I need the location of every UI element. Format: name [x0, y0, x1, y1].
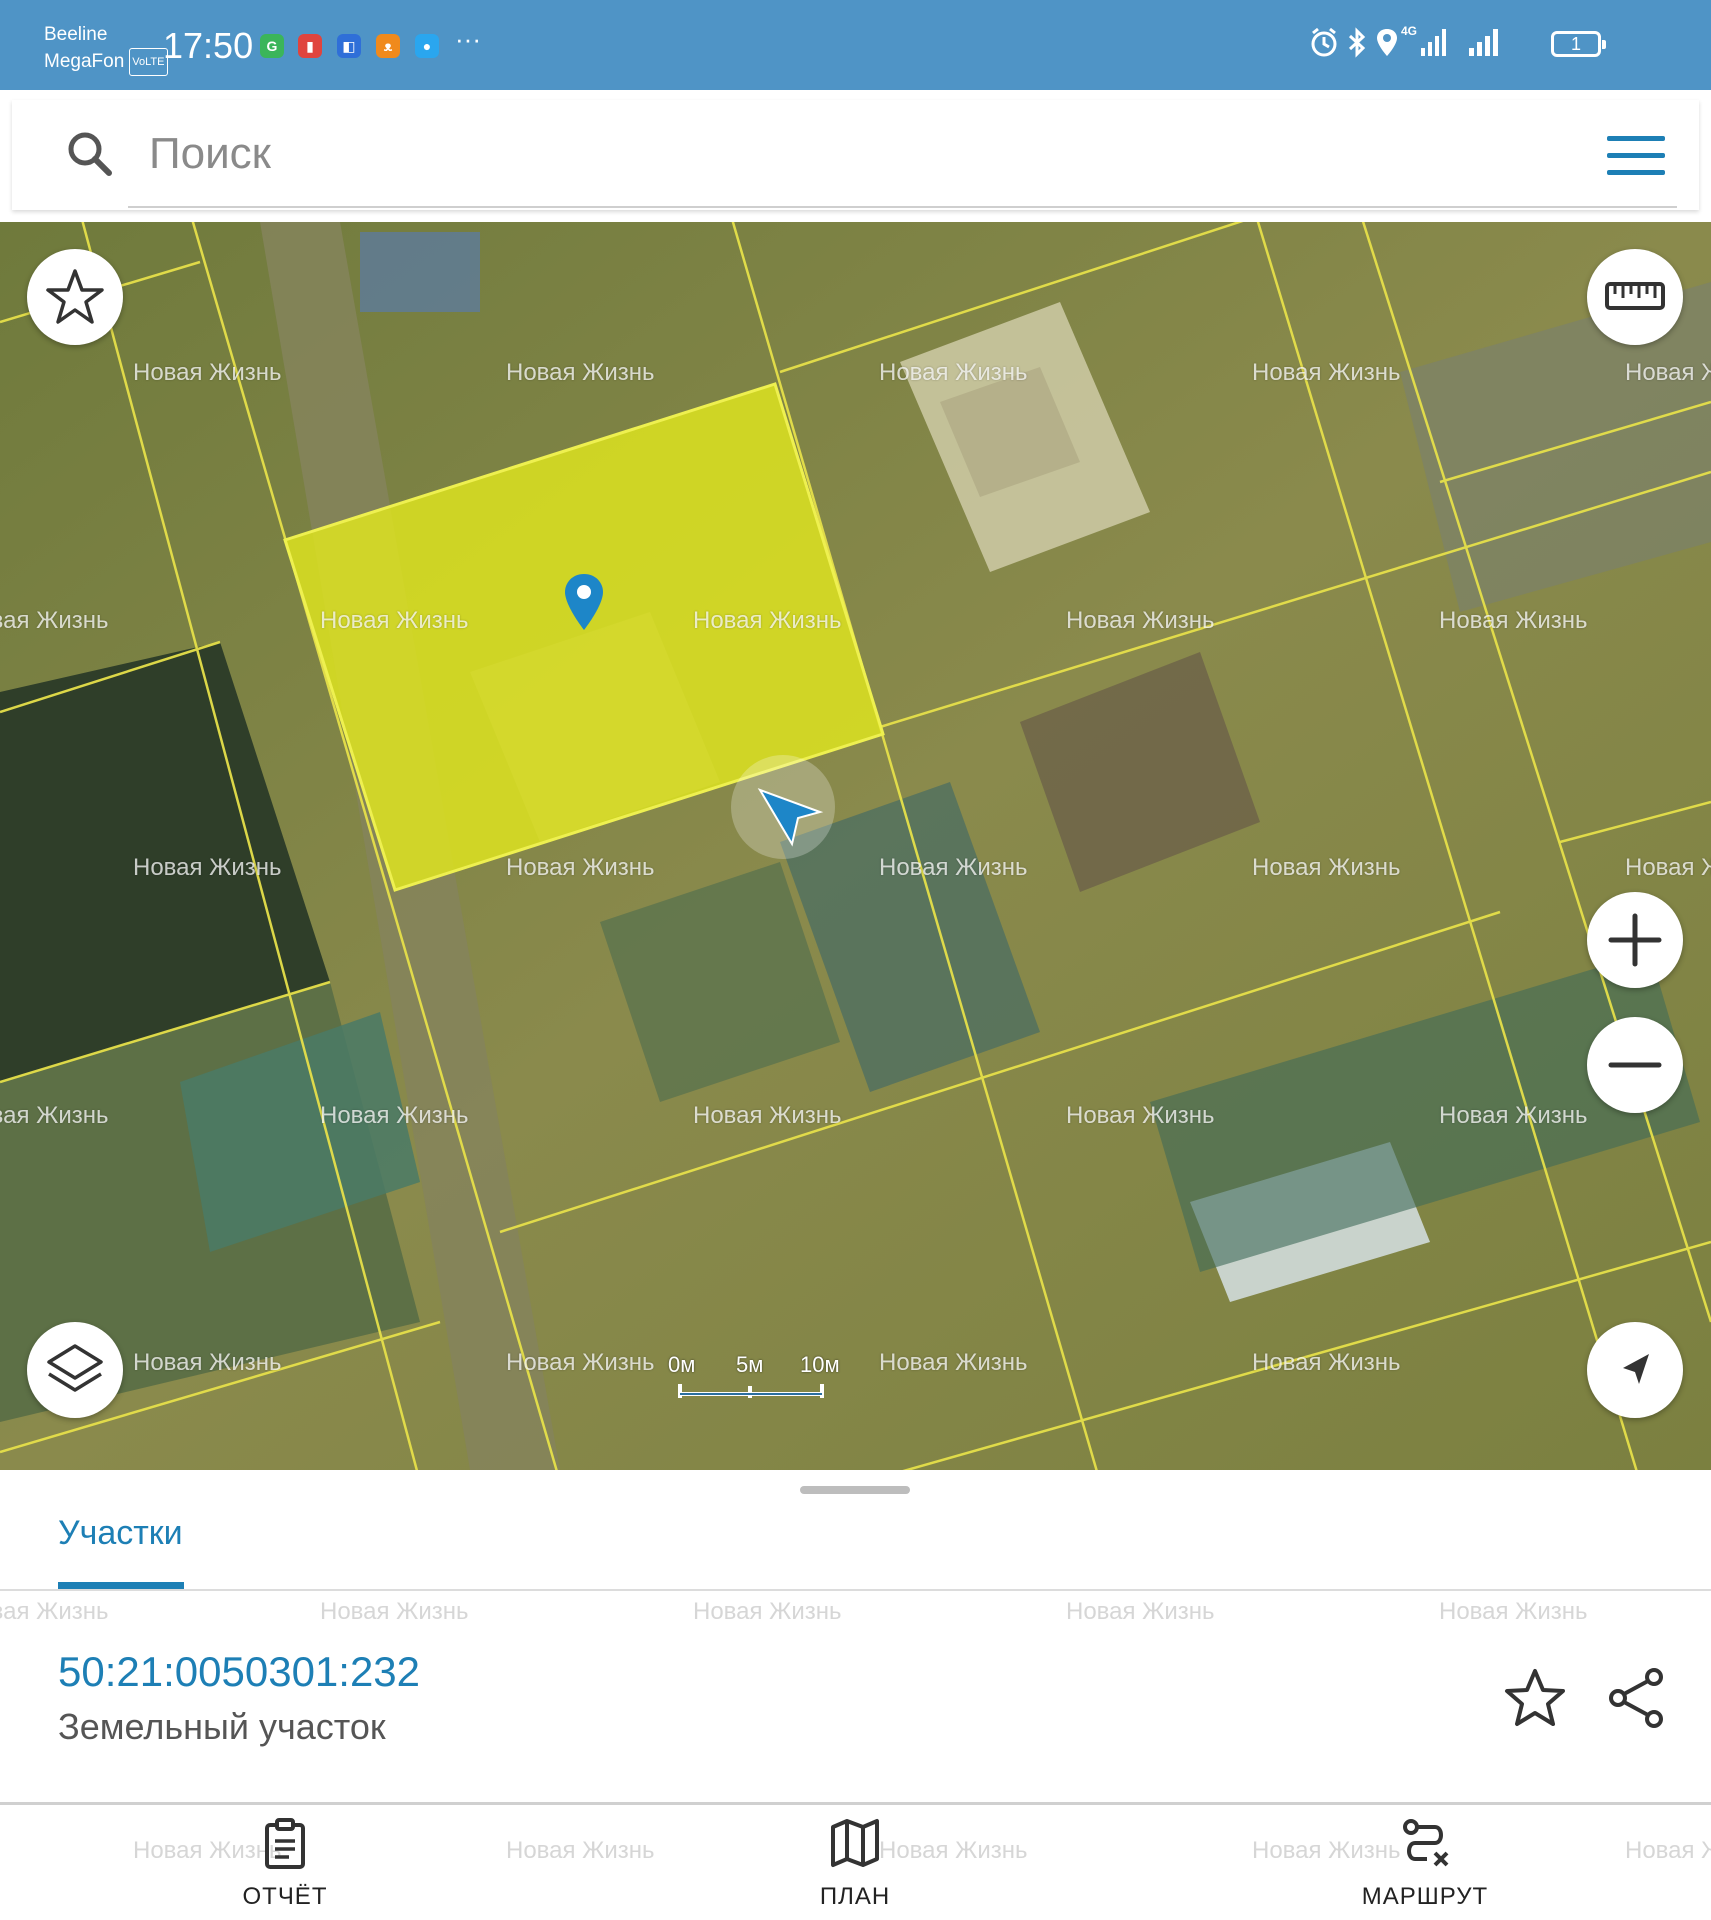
parcel-type: Земельный участок — [58, 1706, 386, 1747]
scale-label-10: 10м — [800, 1352, 840, 1377]
map-icon — [831, 1819, 879, 1867]
satellite-imagery — [0, 222, 1711, 1470]
layers-icon — [47, 1344, 103, 1392]
watermark: Новая Жизнь — [1439, 1598, 1588, 1625]
search-bar — [12, 100, 1699, 210]
scale-label-0: 0м — [668, 1352, 696, 1377]
search-icon[interactable] — [64, 128, 116, 180]
watermark: Новая Жизнь — [320, 1102, 469, 1129]
scale-bar — [678, 1384, 824, 1398]
watermark: Новая Жизнь — [320, 607, 469, 634]
tab-divider — [0, 1589, 1711, 1591]
blue-app-icon: ◧ — [337, 34, 361, 58]
scale-label-5: 5м — [736, 1352, 764, 1377]
favorites-button[interactable] — [27, 249, 123, 345]
navigation-arrow-icon — [1623, 1354, 1649, 1384]
map-pin-icon[interactable] — [562, 572, 606, 632]
ruler-icon — [1605, 282, 1665, 310]
search-underline — [128, 206, 1677, 208]
share-icon — [1609, 1668, 1663, 1728]
blue-chat-icon: ● — [415, 34, 439, 58]
route-icon — [1403, 1819, 1449, 1867]
watermark: Новая Жизнь — [133, 854, 282, 881]
nav-route[interactable]: МАРШРУТ — [1295, 1805, 1555, 1920]
watermark: Новая Жизнь — [879, 854, 1028, 881]
watermark: Новая Жизнь — [1439, 607, 1588, 634]
nav-report[interactable]: ОТЧЁТ — [155, 1805, 415, 1920]
carrier-2: MegaFon — [44, 51, 125, 73]
add-favorite-button[interactable] — [1502, 1665, 1568, 1731]
watermark: Новая Жизнь — [0, 1102, 109, 1129]
star-icon — [1505, 1669, 1565, 1726]
watermark: Новая Жизнь — [506, 1837, 655, 1864]
tab-parcels[interactable]: Участки — [58, 1514, 183, 1553]
zoom-in-button[interactable] — [1587, 892, 1683, 988]
carrier-1: Beeline — [44, 24, 108, 45]
watermark: Новая Жизнь — [1439, 1102, 1588, 1129]
nav-plan[interactable]: ПЛАН — [725, 1805, 985, 1920]
alarm-icon — [1311, 27, 1337, 57]
watermark: Новая Жизнь — [1066, 1102, 1215, 1129]
carrier-info: Beeline MegaFon VoLTE — [44, 22, 168, 76]
watermark: Новая Жизнь — [506, 1349, 655, 1376]
watermark: Новая Жизнь — [693, 1598, 842, 1625]
red-app-icon: ▮ — [298, 34, 322, 58]
clock: 17:50 — [163, 25, 254, 66]
clipboard-icon — [265, 1818, 305, 1869]
map-view[interactable]: Новая Жизнь Новая Жизнь Новая Жизнь Нова… — [0, 222, 1711, 1470]
minus-icon — [1608, 1062, 1662, 1068]
watermark: Новая Жизнь — [1252, 1349, 1401, 1376]
watermark: Новая Жизнь — [693, 1102, 842, 1129]
tab-indicator — [58, 1582, 184, 1589]
watermark: Новая Жизнь — [0, 607, 109, 634]
signal-icon — [1469, 29, 1498, 56]
volte-badge: VoLTE — [129, 48, 168, 76]
battery-icon: 1 — [1551, 31, 1606, 57]
nav-route-label: МАРШРУТ — [1361, 1883, 1489, 1910]
green-app-icon: G — [260, 34, 284, 58]
status-bar: Beeline MegaFon VoLTE 17:50 G ▮ ◧ ᴥ ● ···… — [0, 0, 1711, 90]
orange-odnoklassniki-icon: ᴥ — [376, 34, 400, 58]
bluetooth-icon — [1348, 27, 1366, 58]
map-scale: 0м 5м 10м — [668, 1352, 840, 1412]
watermark: Новая Жизнь — [0, 1598, 109, 1625]
watermark: Новая Жизнь — [693, 607, 842, 634]
hamburger-menu-icon[interactable] — [1607, 136, 1665, 176]
watermark: Новая Жизнь — [1252, 854, 1401, 881]
location-icon — [1377, 29, 1397, 56]
watermark: Новая Жизнь — [1066, 1598, 1215, 1625]
search-input[interactable] — [147, 118, 1531, 190]
watermark: Новая Жизнь — [1252, 359, 1401, 386]
watermark: Новая Жизнь — [1625, 854, 1711, 881]
star-icon — [46, 269, 104, 324]
nav-report-label: ОТЧЁТ — [242, 1883, 328, 1910]
watermark: Новая Жизнь — [1066, 607, 1215, 634]
zoom-out-button[interactable] — [1587, 1017, 1683, 1113]
watermark: Новая Жизнь — [1625, 359, 1711, 386]
more-notifications-icon: ··· — [455, 24, 481, 54]
watermark: Новая Жизнь — [320, 1598, 469, 1625]
sheet-drag-handle[interactable] — [800, 1486, 910, 1494]
bottom-navigation: Новая Жизнь Новая Жизнь Новая Жизнь Нова… — [0, 1805, 1711, 1920]
mobile-4g-signal-icon: 4G — [1401, 24, 1449, 60]
nav-plan-label: ПЛАН — [819, 1883, 891, 1910]
measure-button[interactable] — [1587, 249, 1683, 345]
watermark: Новая Жизнь — [133, 1349, 282, 1376]
my-location-button[interactable] — [1587, 1322, 1683, 1418]
watermark: Новая Жизнь — [879, 359, 1028, 386]
share-button[interactable] — [1604, 1665, 1670, 1731]
bottom-sheet: Участки Новая Жизнь Новая Жизнь Новая Жи… — [0, 1470, 1711, 1805]
watermark: Новая Жизнь — [506, 359, 655, 386]
layers-button[interactable] — [27, 1322, 123, 1418]
watermark: Новая Жизнь — [133, 359, 282, 386]
watermark: Новая Жизнь — [506, 854, 655, 881]
parcel-cadastral-number[interactable]: 50:21:0050301:232 — [58, 1648, 420, 1696]
watermark: Новая Жизнь — [879, 1349, 1028, 1376]
watermark: Новая Жизнь — [1625, 1837, 1711, 1864]
current-location-arrow-icon — [731, 755, 835, 859]
plus-icon — [1608, 913, 1662, 967]
